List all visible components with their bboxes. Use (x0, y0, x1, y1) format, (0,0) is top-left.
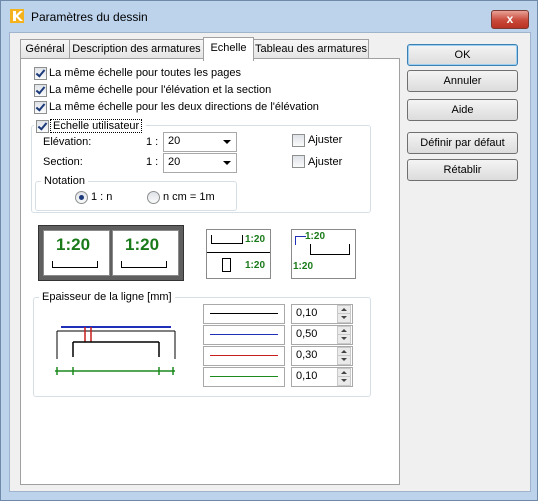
chevron-down-icon (223, 140, 231, 144)
line-style-black[interactable] (203, 304, 285, 324)
window-title: Paramètres du dessin (31, 10, 148, 24)
title-bar: Paramètres du dessin x (1, 1, 537, 31)
restore-button[interactable]: Rétablir (407, 159, 518, 181)
layout-preview-panel: 1:20 (43, 230, 110, 276)
line-style-red[interactable] (203, 346, 285, 366)
spin-down-icon[interactable] (337, 334, 351, 344)
line-thickness-value: 0,50 (296, 328, 318, 340)
same-scale-all-pages-label: La même échelle pour toutes les pages (49, 67, 242, 79)
chevron-down-icon (223, 161, 231, 165)
elevation-label: Elévation: (43, 136, 92, 148)
elevation-adjust-checkbox[interactable] (292, 134, 305, 147)
same-scale-all-pages-checkbox[interactable] (34, 67, 47, 80)
scale-label: 1:20 (305, 231, 326, 242)
line-thickness-green-input[interactable]: 0,10 (291, 367, 353, 387)
same-scale-both-dirs-checkbox[interactable] (34, 101, 47, 114)
help-button[interactable]: Aide (407, 99, 518, 121)
spin-down-icon[interactable] (337, 376, 351, 386)
section-label: Section: (43, 156, 83, 168)
section-adjust-checkbox[interactable] (292, 155, 305, 168)
elevation-ratio-label: 1 : (146, 136, 159, 148)
line-thickness-value: 0,10 (296, 370, 318, 382)
same-scale-both-dirs-label: La même échelle pour les deux directions… (49, 101, 319, 113)
spin-down-icon[interactable] (337, 355, 351, 365)
tab-rebar-description[interactable]: Description des armatures (69, 39, 204, 59)
line-thickness-red-input[interactable]: 0,30 (291, 346, 353, 366)
scale-label: 1:20 (245, 234, 266, 245)
line-thickness-label: Epaisseur de la ligne [mm] (39, 291, 175, 303)
user-scale-checkbox[interactable] (36, 120, 49, 133)
tab-general[interactable]: Général (20, 39, 70, 59)
elevation-adjust-label: Ajuster (308, 134, 343, 146)
ok-button[interactable]: OK (407, 44, 518, 66)
scale-label: 1:20 (125, 235, 160, 254)
line-thickness-blue-input[interactable]: 0,50 (291, 325, 353, 345)
section-ratio-label: 1 : (146, 156, 159, 168)
line-style-green[interactable] (203, 367, 285, 387)
cancel-button[interactable]: Annuler (407, 70, 518, 92)
scale-label: 1:20 (293, 261, 314, 272)
spin-down-icon[interactable] (337, 313, 351, 323)
set-default-button[interactable]: Définir par défaut (407, 132, 518, 154)
same-scale-elev-section-checkbox[interactable] (34, 84, 47, 97)
same-scale-elev-section-label: La même échelle pour l'élévation et la s… (49, 84, 272, 96)
notation-ncm-radio[interactable] (147, 191, 160, 204)
layout-stacked-option[interactable]: 1:20 1:20 (206, 229, 271, 279)
elevation-scale-dropdown[interactable]: 20 (163, 132, 237, 152)
section-adjust-label: Ajuster (308, 156, 343, 168)
notation-ncm-label: n cm = 1m (163, 191, 215, 203)
line-style-blue[interactable] (203, 325, 285, 345)
line-thickness-black-input[interactable]: 0,10 (291, 304, 353, 324)
line-thickness-preview-drawing (55, 326, 176, 375)
scale-label: 1:20 (56, 235, 91, 254)
tab-scale[interactable]: Echelle (203, 37, 254, 61)
layout-preview-panel: 1:20 (112, 230, 179, 276)
scale-label: 1:20 (245, 260, 266, 271)
close-button[interactable]: x (491, 10, 529, 29)
notation-1n-label: 1 : n (91, 191, 113, 203)
section-scale-value: 20 (168, 156, 181, 168)
user-scale-label: Echelle utilisateur (50, 119, 143, 133)
layout-corner-option[interactable]: 1:20 1:20 (291, 229, 356, 279)
line-thickness-value: 0,10 (296, 307, 318, 319)
tab-rebar-table[interactable]: Tableau des armatures (253, 39, 369, 59)
app-logo-icon (10, 9, 24, 23)
notation-1n-radio[interactable] (75, 191, 88, 204)
line-thickness-value: 0,30 (296, 349, 318, 361)
section-scale-dropdown[interactable]: 20 (163, 153, 237, 173)
elevation-scale-value: 20 (168, 135, 181, 147)
layout-side-by-side-option[interactable]: 1:20 1:20 (38, 225, 184, 281)
notation-label: Notation (41, 175, 88, 187)
scale-tab-panel: La même échelle pour toutes les pages La… (20, 58, 400, 485)
